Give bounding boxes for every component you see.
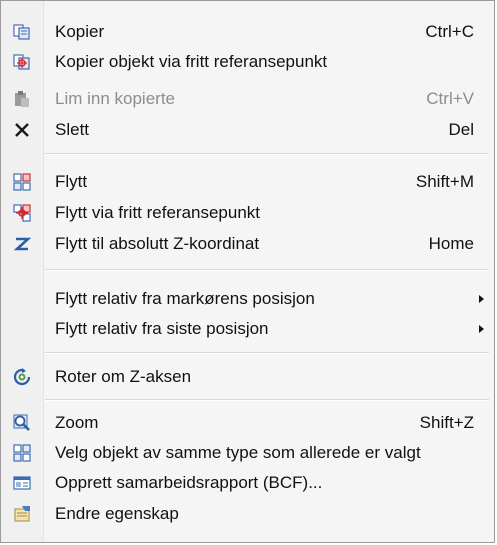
menu-separator bbox=[45, 153, 489, 155]
menu-item-kopier[interactable]: Kopier Ctrl+C bbox=[1, 17, 494, 47]
menu-separator bbox=[45, 269, 489, 271]
menu-item-shortcut: Shift+M bbox=[415, 172, 474, 191]
menu-item-label: Flytt via fritt referansepunkt bbox=[55, 203, 261, 222]
menu-item-label: Velg objekt av samme type som allerede e… bbox=[55, 443, 421, 462]
bcf-report-icon bbox=[13, 476, 31, 490]
select-same-type-icon bbox=[13, 444, 31, 462]
menu-item-label: Roter om Z-aksen bbox=[55, 367, 192, 386]
zoom-icon bbox=[13, 414, 30, 431]
delete-x-icon bbox=[15, 123, 29, 137]
menu-item-shortcut: Ctrl+C bbox=[425, 22, 474, 41]
menu-item-label: Kopier bbox=[55, 22, 105, 41]
menu-item-velg-samme-type[interactable]: Velg objekt av samme type som allerede e… bbox=[1, 438, 494, 468]
menu-item-shortcut: Ctrl+V bbox=[426, 89, 474, 108]
menu-item-label: Flytt relativ fra siste posisjon bbox=[55, 319, 269, 338]
menu-item-label: Zoom bbox=[55, 413, 99, 432]
menu-item-label: Lim inn kopierte bbox=[55, 89, 176, 108]
menu-item-roter-z[interactable]: Roter om Z-aksen bbox=[1, 362, 494, 392]
menu-separator bbox=[45, 352, 489, 354]
menu-item-flytt-relativ-siste[interactable]: Flytt relativ fra siste posisjon bbox=[1, 314, 494, 344]
menu-item-label: Flytt bbox=[55, 172, 88, 191]
move-reference-icon bbox=[13, 204, 31, 222]
menu-item-label: Slett bbox=[55, 120, 90, 139]
menu-item-slett[interactable]: Slett Del bbox=[1, 115, 494, 145]
menu-item-lim-inn[interactable]: Lim inn kopierte Ctrl+V bbox=[1, 84, 494, 114]
context-menu: Kopier Ctrl+C Kopier objekt via fritt re… bbox=[0, 0, 495, 543]
menu-item-endre-egenskap[interactable]: Endre egenskap bbox=[1, 499, 494, 529]
menu-item-flytt-relativ-markor[interactable]: Flytt relativ fra markørens posisjon bbox=[1, 284, 494, 314]
menu-item-flytt-referansepunkt[interactable]: Flytt via fritt referansepunkt bbox=[1, 198, 494, 228]
menu-item-label: Opprett samarbeidsrapport (BCF)... bbox=[55, 473, 323, 492]
menu-item-flytt-z[interactable]: Flytt til absolutt Z-koordinat Home bbox=[1, 229, 494, 259]
copy-icon bbox=[13, 24, 30, 40]
properties-icon bbox=[14, 506, 30, 522]
menu-item-opprett-bcf[interactable]: Opprett samarbeidsrapport (BCF)... bbox=[1, 468, 494, 498]
menu-item-zoom[interactable]: Zoom Shift+Z bbox=[1, 408, 494, 438]
menu-item-label: Endre egenskap bbox=[55, 504, 179, 523]
submenu-arrow-icon bbox=[479, 295, 484, 303]
paste-icon bbox=[15, 91, 29, 107]
menu-item-shortcut: Home bbox=[428, 234, 474, 253]
menu-item-label: Flytt relativ fra markørens posisjon bbox=[55, 289, 315, 308]
copy-reference-icon bbox=[13, 54, 30, 70]
menu-item-label: Kopier objekt via fritt referansepunkt bbox=[55, 52, 328, 71]
submenu-arrow-icon bbox=[479, 325, 484, 333]
menu-separator bbox=[45, 399, 489, 401]
menu-item-flytt[interactable]: Flytt Shift+M bbox=[1, 167, 494, 197]
rotate-z-icon bbox=[13, 368, 31, 386]
move-icon bbox=[13, 173, 31, 191]
menu-item-kopier-referansepunkt[interactable]: Kopier objekt via fritt referansepunkt bbox=[1, 47, 494, 77]
menu-item-shortcut: Shift+Z bbox=[419, 413, 474, 432]
menu-item-shortcut: Del bbox=[448, 120, 474, 139]
menu-item-label: Flytt til absolutt Z-koordinat bbox=[55, 234, 260, 253]
z-icon bbox=[13, 237, 31, 251]
